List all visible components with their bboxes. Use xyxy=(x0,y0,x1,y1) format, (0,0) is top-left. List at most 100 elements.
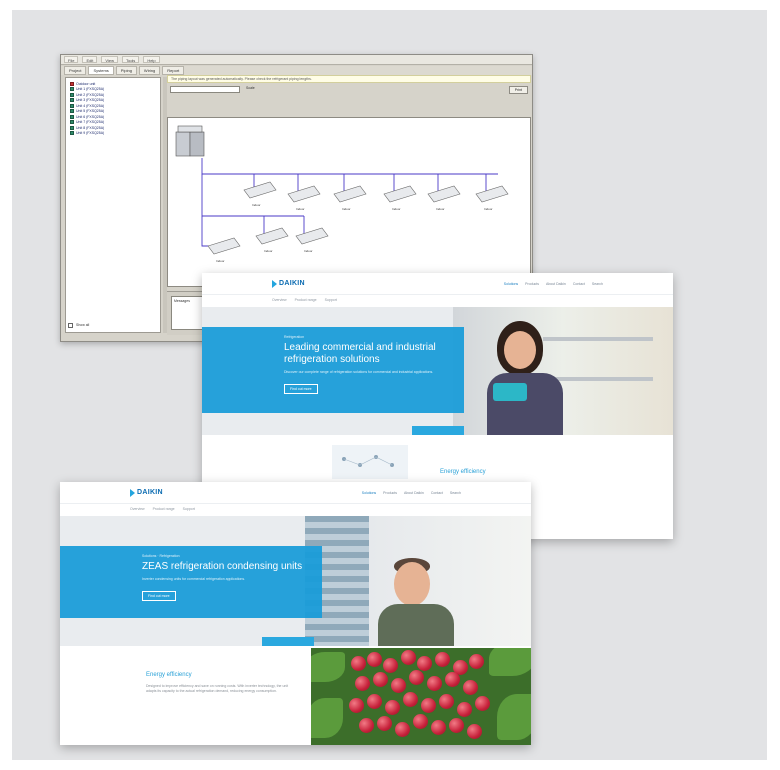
daikin-logo[interactable]: DAIKIN xyxy=(130,488,163,497)
daikin-logo[interactable]: DAIKIN xyxy=(272,279,305,288)
unit-label: Indoor xyxy=(252,203,261,207)
tree-item-label: Unit 5 (FXSQ25A) xyxy=(76,109,105,113)
tree-item[interactable]: Outdoor unit xyxy=(70,81,156,86)
tree-item-label: Unit 7 (FXSQ25A) xyxy=(76,120,105,124)
hero-description: Discover our complete range of refrigera… xyxy=(284,370,434,374)
indoor-unit-icon xyxy=(70,125,74,130)
section-title: Energy efficiency xyxy=(440,469,486,475)
tree-item-label: Unit 8 (FXSQ25A) xyxy=(76,125,105,130)
indoor-unit-icon xyxy=(70,131,74,135)
nav-item[interactable]: Solutions xyxy=(362,491,376,495)
main-nav: Solutions Products About Daikin Contact … xyxy=(504,282,603,286)
indoor-unit-icon xyxy=(70,114,74,119)
indoor-unit-icon xyxy=(70,92,74,97)
hero-tab-indicator[interactable] xyxy=(262,637,314,646)
nav-item[interactable]: Products xyxy=(383,491,397,495)
find-out-more-button[interactable]: Find out more xyxy=(284,384,318,394)
network-diagram-icon xyxy=(332,445,408,479)
search-icon[interactable]: Search xyxy=(592,282,603,286)
tab-report[interactable]: Report xyxy=(162,66,185,75)
tree-item[interactable]: Unit 9 (FXSQ25A) xyxy=(70,131,156,136)
hero-text-box: Solutions · Refrigeration ZEAS refrigera… xyxy=(60,546,322,618)
breadcrumb: Refrigeration xyxy=(284,335,305,339)
subnav-item[interactable]: Product range xyxy=(153,507,175,511)
menu-item-help[interactable]: Help xyxy=(143,56,160,63)
tree-item-label: Unit 9 (FXSQ25A) xyxy=(76,131,105,135)
logo-mark-icon xyxy=(272,279,277,288)
tree-item[interactable]: Unit 8 (FXSQ25A) xyxy=(70,125,156,130)
logo-text: DAIKIN xyxy=(279,280,305,287)
breadcrumb: Solutions · Refrigeration xyxy=(142,554,180,558)
unit-label: Indoor xyxy=(296,207,305,211)
subnav-item[interactable]: Overview xyxy=(272,298,287,302)
piping-diagram-canvas[interactable]: Indoor Indoor Indoor Indoor Indoor Indoo… xyxy=(167,117,531,287)
unit-label: Indoor xyxy=(392,207,401,211)
section-title: Energy efficiency xyxy=(146,672,192,678)
tree-item[interactable]: Unit 5 (FXSQ25A) xyxy=(70,109,156,114)
tree-item[interactable]: Unit 4 (FXSQ25A) xyxy=(70,103,156,108)
print-button[interactable]: Print xyxy=(508,86,528,94)
tab-systems[interactable]: Systems xyxy=(88,66,114,75)
tab-project[interactable]: Project xyxy=(64,66,87,75)
tab-wiring[interactable]: Wiring xyxy=(138,66,161,75)
indoor-unit-icon xyxy=(70,109,74,113)
section-text: Designed to improve efficiency and save … xyxy=(146,684,289,693)
tree-footer: Show all xyxy=(68,321,158,329)
hero-banner: Refrigeration Leading commercial and ind… xyxy=(202,307,673,435)
tree-item-label: Unit 4 (FXSQ25A) xyxy=(76,103,105,108)
subnav-item[interactable]: Support xyxy=(325,298,337,302)
sub-nav: Overview Product range Support xyxy=(272,298,337,302)
tree-item-label: Unit 6 (FXSQ25A) xyxy=(76,114,105,119)
tab-piping[interactable]: Piping xyxy=(115,66,137,75)
message-list[interactable]: Messages xyxy=(171,296,203,330)
tree-item-label: Unit 1 (FXSQ25A) xyxy=(76,87,105,91)
system-tree[interactable]: Outdoor unit Unit 1 (FXSQ25A) Unit 2 (FX… xyxy=(65,77,161,333)
nav-item[interactable]: Contact xyxy=(431,491,443,495)
menu-item-file[interactable]: File xyxy=(64,56,79,63)
outdoor-unit-icon xyxy=(70,81,74,86)
hero-banner: Solutions · Refrigeration ZEAS refrigera… xyxy=(60,516,531,646)
show-all-checkbox[interactable] xyxy=(68,322,73,328)
tree-item[interactable]: Unit 7 (FXSQ25A) xyxy=(70,120,156,125)
unit-label: Indoor xyxy=(436,207,445,211)
nav-item[interactable]: Contact xyxy=(573,282,585,286)
hero-tab-indicator[interactable] xyxy=(412,426,464,435)
tree-item[interactable]: Unit 6 (FXSQ25A) xyxy=(70,114,156,119)
menu-item-tools[interactable]: Tools xyxy=(121,56,140,63)
man-photo xyxy=(378,558,458,646)
nav-item[interactable]: About Daikin xyxy=(546,282,566,286)
scale-label: Scale xyxy=(246,86,255,90)
tree-item[interactable]: Unit 3 (FXSQ25A) xyxy=(70,98,156,103)
nav-item[interactable]: About Daikin xyxy=(404,491,424,495)
unit-label: Indoor xyxy=(342,207,351,211)
show-all-label: Show all xyxy=(76,323,90,327)
hero-text-box: Refrigeration Leading commercial and ind… xyxy=(202,327,464,413)
system-select[interactable] xyxy=(170,86,240,93)
control-row: Scale Print xyxy=(167,83,531,107)
site-header: DAIKIN Solutions Products About Daikin C… xyxy=(60,482,531,504)
unit-label: Indoor xyxy=(264,249,273,253)
radish-photo xyxy=(311,648,531,745)
menu-item-view[interactable]: View xyxy=(101,56,118,63)
tree-item[interactable]: Unit 2 (FXSQ25A) xyxy=(70,92,156,97)
tree-item[interactable]: Unit 1 (FXSQ25A) xyxy=(70,87,156,92)
tree-item-label: Outdoor unit xyxy=(76,81,96,86)
sub-nav: Overview Product range Support xyxy=(130,507,195,511)
tab-bar: Project Systems Piping Wiring Report xyxy=(61,66,532,75)
find-out-more-button[interactable]: Find out more xyxy=(142,591,176,601)
hero-description: Inverter condensing units for commercial… xyxy=(142,577,246,581)
logo-mark-icon xyxy=(130,488,135,497)
website-screenshot-zeas: DAIKIN Solutions Products About Daikin C… xyxy=(60,482,531,745)
message-label: Messages xyxy=(174,299,190,303)
subnav-item[interactable]: Support xyxy=(183,507,195,511)
indoor-unit-icon xyxy=(70,87,74,91)
unit-label: Indoor xyxy=(484,207,493,211)
search-icon[interactable]: Search xyxy=(450,491,461,495)
subnav-item[interactable]: Overview xyxy=(130,507,145,511)
subnav-item[interactable]: Product range xyxy=(295,298,317,302)
nav-item[interactable]: Solutions xyxy=(504,282,518,286)
menu-item-edit[interactable]: Edit xyxy=(82,56,98,63)
hero-title: Leading commercial and industrial refrig… xyxy=(284,342,436,365)
outdoor-unit-icon xyxy=(175,125,205,157)
nav-item[interactable]: Products xyxy=(525,282,539,286)
